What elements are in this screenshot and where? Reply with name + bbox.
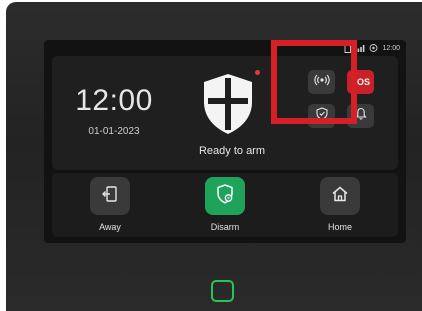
house-icon: [330, 184, 350, 209]
alert-dot: [255, 70, 260, 75]
arm-status-text: Ready to arm: [198, 145, 266, 157]
away-tile[interactable]: [90, 177, 130, 215]
home-tile[interactable]: [320, 177, 360, 215]
panel-clock: 12:00: [75, 84, 153, 117]
wifi-icon: [369, 44, 378, 52]
shield-disarm-icon: [215, 183, 235, 210]
away-label: Away: [99, 222, 121, 232]
disarm-label: Disarm: [210, 222, 240, 232]
away-button[interactable]: Away: [75, 177, 145, 232]
disarm-tile[interactable]: [205, 177, 245, 215]
shield-cross-icon: [200, 72, 256, 136]
home-key-button[interactable]: [211, 280, 234, 302]
panel-date: 01-01-2023: [88, 126, 140, 137]
status-bar-time: 12:00: [382, 44, 400, 52]
alarm-panel-device: 12:00 12:00 01-01-2023 Ready to arm SOS …: [6, 2, 422, 311]
disarm-button[interactable]: Disarm: [190, 177, 260, 232]
home-label: Home: [327, 222, 352, 232]
home-button[interactable]: Home: [305, 177, 375, 232]
highlight-box: [271, 40, 357, 124]
arm-actions-panel: Away Disarm Home: [52, 173, 398, 237]
exit-door-icon: [100, 184, 120, 209]
